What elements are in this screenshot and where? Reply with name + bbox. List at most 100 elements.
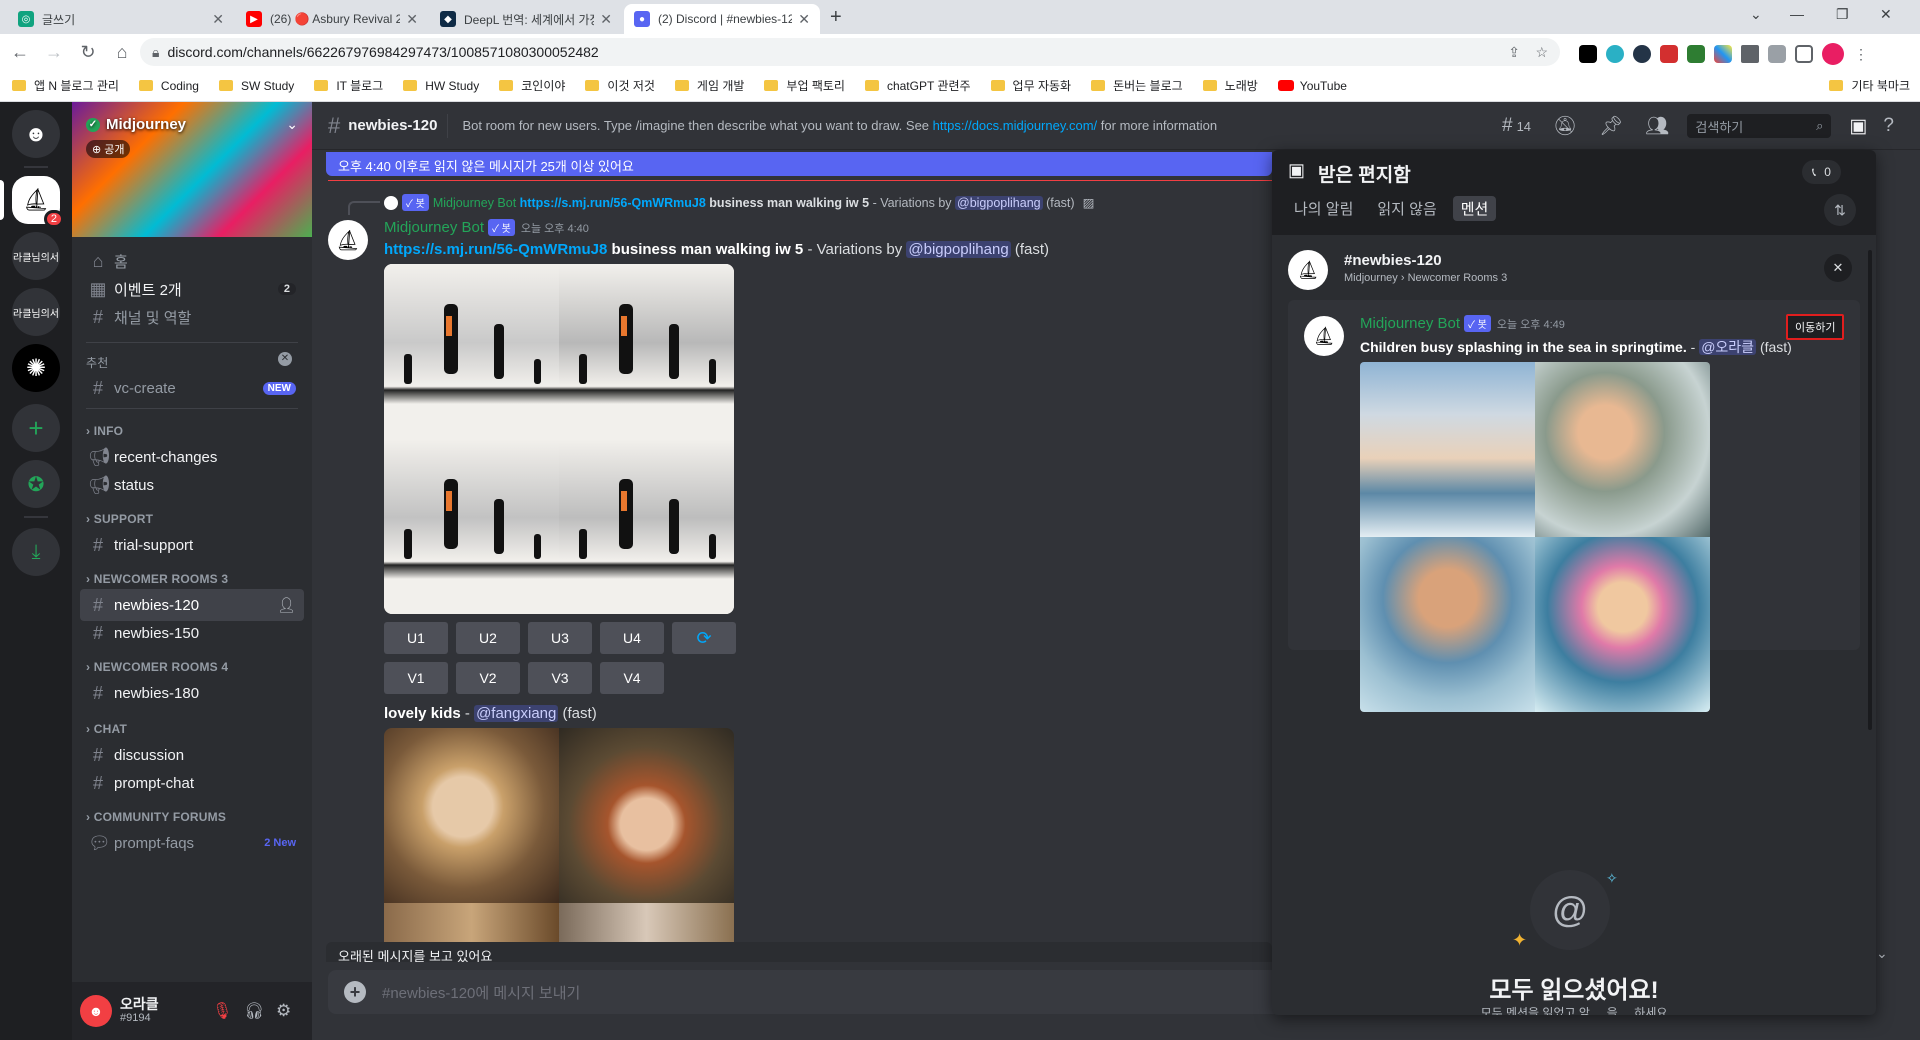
home-icon[interactable]: ⌂ <box>108 38 136 66</box>
browser-tab-4[interactable]: ● (2) Discord | #newbies-120 | Mi… ✕ <box>624 4 820 34</box>
help-icon[interactable]: ? <box>1883 115 1894 137</box>
back-icon[interactable]: ← <box>6 38 34 66</box>
variation-button-2[interactable]: V2 <box>456 662 520 694</box>
extension-icon[interactable] <box>1687 45 1705 63</box>
category-support[interactable]: › SUPPORT <box>86 512 153 526</box>
browser-tab-3[interactable]: ◆ DeepL 번역: 세계에서 가장 정확… ✕ <box>430 4 622 34</box>
inbox-count-pill[interactable]: 📞︎ 0 <box>1802 160 1841 184</box>
bookmark-folder[interactable]: HW Study <box>403 79 479 93</box>
close-icon[interactable]: ✕ <box>212 11 224 28</box>
reading-list-icon[interactable] <box>1768 45 1786 63</box>
bookmark-folder[interactable]: IT 블로그 <box>314 77 383 94</box>
filter-sort-icon[interactable]: ⇅ <box>1824 194 1856 226</box>
chevron-down-icon[interactable]: ⌄ <box>286 116 298 133</box>
server-1[interactable]: 라클님의서 <box>12 232 60 280</box>
inbox-icon[interactable]: ▣ <box>1849 115 1867 138</box>
reroll-button[interactable]: ⟳ <box>672 622 736 654</box>
upscale-button-4[interactable]: U4 <box>600 622 664 654</box>
upscale-button-1[interactable]: U1 <box>384 622 448 654</box>
threads-icon[interactable]: #︎ <box>1502 115 1513 137</box>
server-2[interactable]: 라클님의서 <box>12 288 60 336</box>
close-window-icon[interactable]: ✕ <box>1880 6 1892 23</box>
upscale-button-3[interactable]: U3 <box>528 622 592 654</box>
share-icon[interactable]: ⇪ <box>1508 44 1520 61</box>
upscale-button-2[interactable]: U2 <box>456 622 520 654</box>
scrollbar[interactable] <box>1868 250 1872 730</box>
bookmark-folder[interactable]: 업무 자동화 <box>990 77 1071 94</box>
server-banner[interactable]: ✓ Midjourney ⌄ ⊕ 공개 <box>72 102 312 237</box>
close-icon[interactable]: ✕ <box>406 11 418 28</box>
user-info[interactable]: 오라클 #9194 <box>120 997 159 1025</box>
bookmark-folder[interactable]: 이것 저것 <box>585 77 655 94</box>
message-author[interactable]: Midjourney Bot <box>1360 315 1460 332</box>
browser-tab-2[interactable]: ▶ (26) 🔴 Asbury Revival 202… ✕ <box>236 4 428 34</box>
add-member-icon[interactable]: 👤︎ <box>277 596 296 614</box>
chevron-down-icon[interactable]: ⌄ <box>1876 945 1888 962</box>
bookmark-folder[interactable]: 게임 개발 <box>674 77 744 94</box>
download-button[interactable]: ⤓ <box>12 528 60 576</box>
new-tab-icon[interactable]: + <box>830 6 842 29</box>
jump-to-present-bar[interactable]: 오래된 메시지를 보고 있어요 <box>326 942 1272 962</box>
channel-topic[interactable]: Bot room for new users. Type /imagine th… <box>462 118 1217 133</box>
puzzle-icon[interactable] <box>1741 45 1759 63</box>
bookmark-folder[interactable]: chatGPT 관련주 <box>864 77 971 94</box>
bookmark-folder[interactable]: 노래방 <box>1202 77 1258 94</box>
address-bar[interactable]: 🔒︎ discord.com/channels/6622679769842974… <box>140 38 1560 66</box>
topic-link[interactable]: https://docs.midjourney.com/ <box>933 118 1098 133</box>
avatar[interactable]: ☻ <box>80 995 112 1027</box>
search-input[interactable]: 검색하기 ⌕ <box>1687 114 1832 138</box>
reply-reference[interactable]: ✓ 봇 Midjourney Bot https://s.mj.run/56-Q… <box>384 194 1094 211</box>
add-server-button[interactable]: + <box>12 404 60 452</box>
message-link[interactable]: https://s.mj.run/56-QmWRmuJ8 <box>384 241 607 258</box>
avatar[interactable]: ⛵︎ <box>328 220 368 260</box>
image-attachment[interactable] <box>384 728 734 962</box>
tab-mentions[interactable]: 멘션 <box>1452 196 1497 221</box>
close-icon[interactable]: ✕ <box>278 352 292 366</box>
channel-newbies-150[interactable]: # newbies-150 <box>80 617 304 649</box>
bookmark-folder[interactable]: 앱 N 블로그 관리 <box>12 77 119 94</box>
bookmark-folder[interactable]: 돈버는 블로그 <box>1091 77 1183 94</box>
inbox-channel-name[interactable]: #newbies-120 <box>1344 252 1442 269</box>
channel-vc-create[interactable]: # vc-create NEW <box>80 372 304 404</box>
variation-button-4[interactable]: V4 <box>600 662 664 694</box>
explore-button[interactable]: ✪ <box>12 460 60 508</box>
image-attachment[interactable] <box>384 264 734 614</box>
tab-for-you[interactable]: 나의 알림 <box>1286 196 1361 221</box>
members-icon[interactable]: 👥︎ <box>1645 114 1669 138</box>
gear-icon[interactable]: ⚙ <box>276 1001 291 1021</box>
message-mention[interactable]: @fangxiang <box>474 705 559 722</box>
channel-status[interactable]: 📢︎ status <box>80 469 304 501</box>
category-forums[interactable]: › COMMUNITY FORUMS <box>86 810 226 824</box>
other-bookmarks[interactable]: 기타 북마크 <box>1829 77 1910 94</box>
category-newcomer-4[interactable]: › NEWCOMER ROOMS 4 <box>86 660 228 674</box>
browser-tab-1[interactable]: ◎ 글쓰기 ✕ <box>8 4 234 34</box>
category-newcomer-3[interactable]: › NEWCOMER ROOMS 3 <box>86 572 228 586</box>
bookmark-folder[interactable]: Coding <box>138 79 199 93</box>
close-icon[interactable]: ✕ <box>1824 254 1852 282</box>
channel-newbies-180[interactable]: # newbies-180 <box>80 677 304 709</box>
unread-bar[interactable]: 오후 4:40 이후로 읽지 않은 메시지가 25개 이상 있어요 <box>326 152 1272 176</box>
variation-button-1[interactable]: V1 <box>384 662 448 694</box>
channel-prompt-faqs[interactable]: 💬︎ prompt-faqs 2 New <box>80 827 304 859</box>
restore-icon[interactable]: ❐ <box>1836 6 1849 23</box>
message-mention[interactable]: @오라클 <box>1699 339 1757 355</box>
headphones-icon[interactable]: 🎧︎ <box>244 1001 264 1021</box>
pin-icon[interactable]: 📌︎ <box>1599 114 1623 138</box>
forward-icon[interactable]: → <box>40 38 68 66</box>
category-info[interactable]: › INFO <box>86 424 123 438</box>
nav-channels-roles[interactable]: # 채널 및 역할 <box>80 301 304 333</box>
menu-kebab-icon[interactable]: ⋮ <box>1854 46 1868 63</box>
server-openai[interactable]: ✺ <box>12 344 60 392</box>
bookmark-star-icon[interactable]: ☆ <box>1535 44 1548 61</box>
extension-icon[interactable] <box>1633 45 1651 63</box>
bookmark-folder[interactable]: SW Study <box>218 79 294 93</box>
bookmark-folder[interactable]: 부업 팩토리 <box>764 77 845 94</box>
sidepanel-icon[interactable] <box>1795 45 1813 63</box>
reload-icon[interactable]: ↻ <box>74 38 102 66</box>
channel-trial-support[interactable]: # trial-support <box>80 529 304 561</box>
reply-link[interactable]: https://s.mj.run/56-QmWRmuJ8 <box>520 196 706 210</box>
avatar[interactable]: ⛵︎ <box>1304 316 1344 356</box>
extension-icon[interactable] <box>1660 45 1678 63</box>
extension-icon[interactable] <box>1606 45 1624 63</box>
reply-mention[interactable]: @bigpoplihang <box>955 195 1043 210</box>
